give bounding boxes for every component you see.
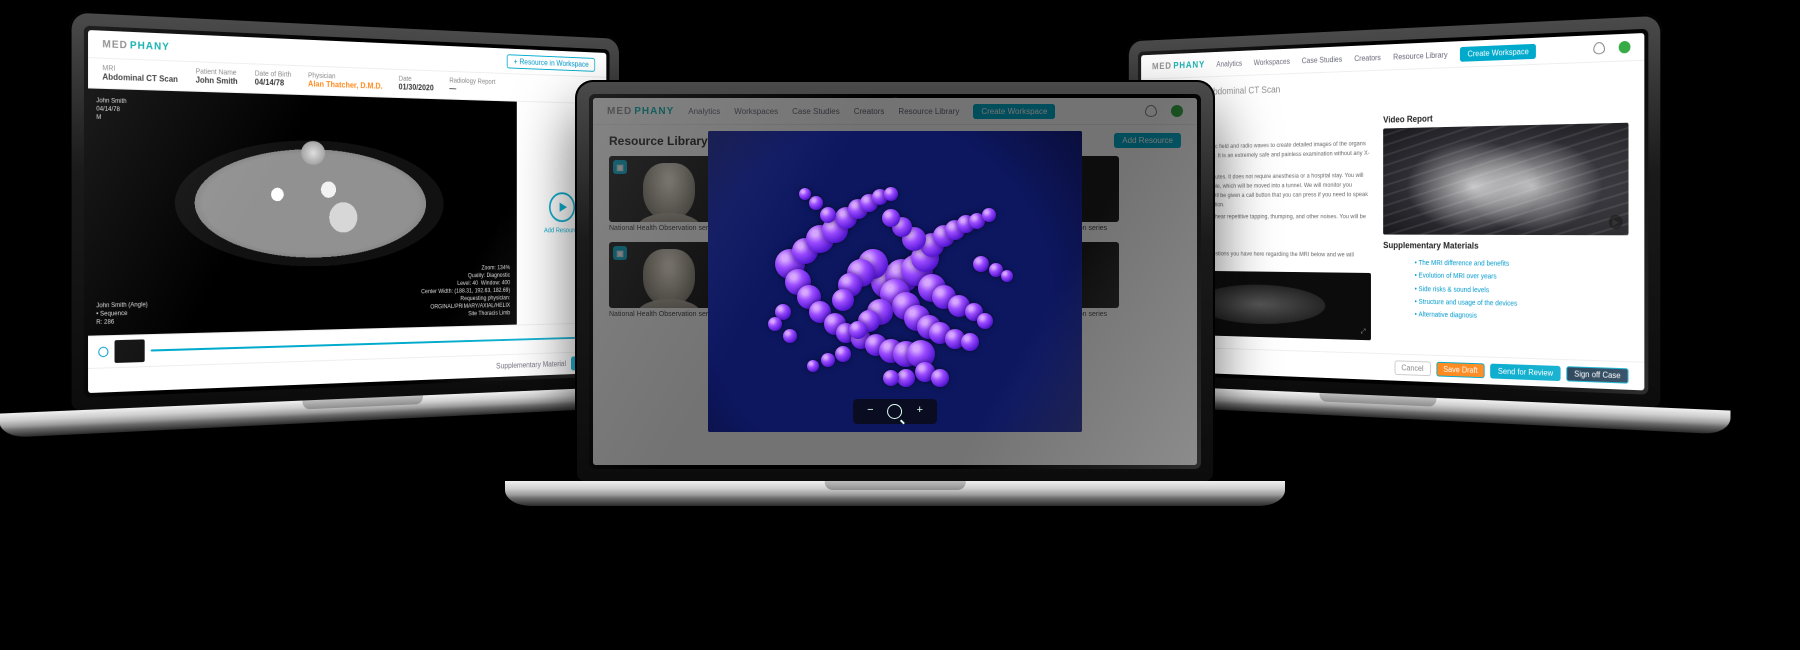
meta-date: Date01/30/2020 — [399, 76, 434, 93]
meta-radiology: Radiology Report— — [449, 78, 495, 95]
logo: MEDPHANY — [1152, 59, 1205, 71]
cancel-button[interactable]: Cancel — [1394, 361, 1430, 377]
dicom-viewport[interactable]: Zoom: 134% Quality: Diagnostic Level: 40… — [88, 88, 517, 336]
bell-icon[interactable] — [1593, 42, 1605, 55]
dicom-overlay-right: Zoom: 134% Quality: Diagnostic Level: 40… — [421, 264, 510, 320]
center-screen: MEDPHANY Analytics Workspaces Case Studi… — [593, 98, 1197, 465]
nav-workspaces[interactable]: Workspaces — [1254, 57, 1290, 67]
nav-resource-library[interactable]: Resource Library — [1393, 50, 1447, 61]
supplementary-heading: Supplementary Materials — [1383, 240, 1628, 251]
left-screen: MEDPHANY + Resource in Workspace MRIAbdo… — [88, 30, 606, 393]
play-icon[interactable]: ▶ — [1609, 215, 1623, 229]
meta-patient: Patient NameJohn Smith — [196, 68, 238, 86]
zoom-in-button[interactable]: + — [917, 404, 923, 419]
thumb-1[interactable] — [115, 340, 145, 364]
send-review-button[interactable]: Send for Review — [1490, 364, 1560, 382]
meta-dob: Date of Birth04/14/78 — [255, 70, 292, 87]
save-draft-button[interactable]: Save Draft — [1436, 362, 1485, 379]
play-icon[interactable] — [549, 192, 575, 222]
logo: MEDPHANY — [102, 38, 169, 52]
dicom-overlay-tl: John Smith 04/14/78 M — [96, 97, 126, 123]
nav-case-studies[interactable]: Case Studies — [1302, 55, 1342, 65]
ct-slice-image — [158, 113, 458, 293]
video-report-column: Video Report ▶ Supplementary Materials T… — [1383, 102, 1628, 357]
resource-preview-overlay[interactable]: − + — [593, 98, 1197, 465]
resource-preview-modal: − + — [708, 131, 1082, 432]
supplementary-list: The MRI difference and benefits Evolutio… — [1383, 257, 1628, 327]
supplementary-link[interactable]: Supplementary Material — [496, 360, 566, 371]
zoom-out-button[interactable]: − — [867, 404, 873, 419]
scrubber[interactable] — [151, 337, 599, 352]
record-icon[interactable] — [98, 347, 108, 358]
nav-creators[interactable]: Creators — [1354, 53, 1381, 63]
laptop-center-library: MEDPHANY Analytics Workspaces Case Studi… — [575, 80, 1285, 506]
microbe-render — [708, 131, 1082, 432]
meta-mri: MRIAbdominal CT Scan — [102, 65, 178, 84]
avatar[interactable] — [1619, 41, 1631, 54]
sign-off-button[interactable]: Sign off Case — [1566, 366, 1628, 383]
create-workspace-button[interactable]: Create Workspace — [1460, 43, 1536, 61]
xray-preview[interactable]: ▶ — [1383, 123, 1628, 236]
nav-analytics[interactable]: Analytics — [1216, 59, 1242, 68]
zoom-controls: − + — [853, 399, 937, 424]
dicom-overlay-bl: John Smith (Angle) • Sequence R: 286 — [96, 301, 147, 327]
add-to-workspace-button[interactable]: + Resource in Workspace — [507, 54, 595, 72]
magnify-icon — [888, 404, 903, 419]
meta-physician: PhysicianAlan Thatcher, D.M.D. — [308, 72, 383, 90]
video-report-heading: Video Report — [1383, 108, 1628, 124]
